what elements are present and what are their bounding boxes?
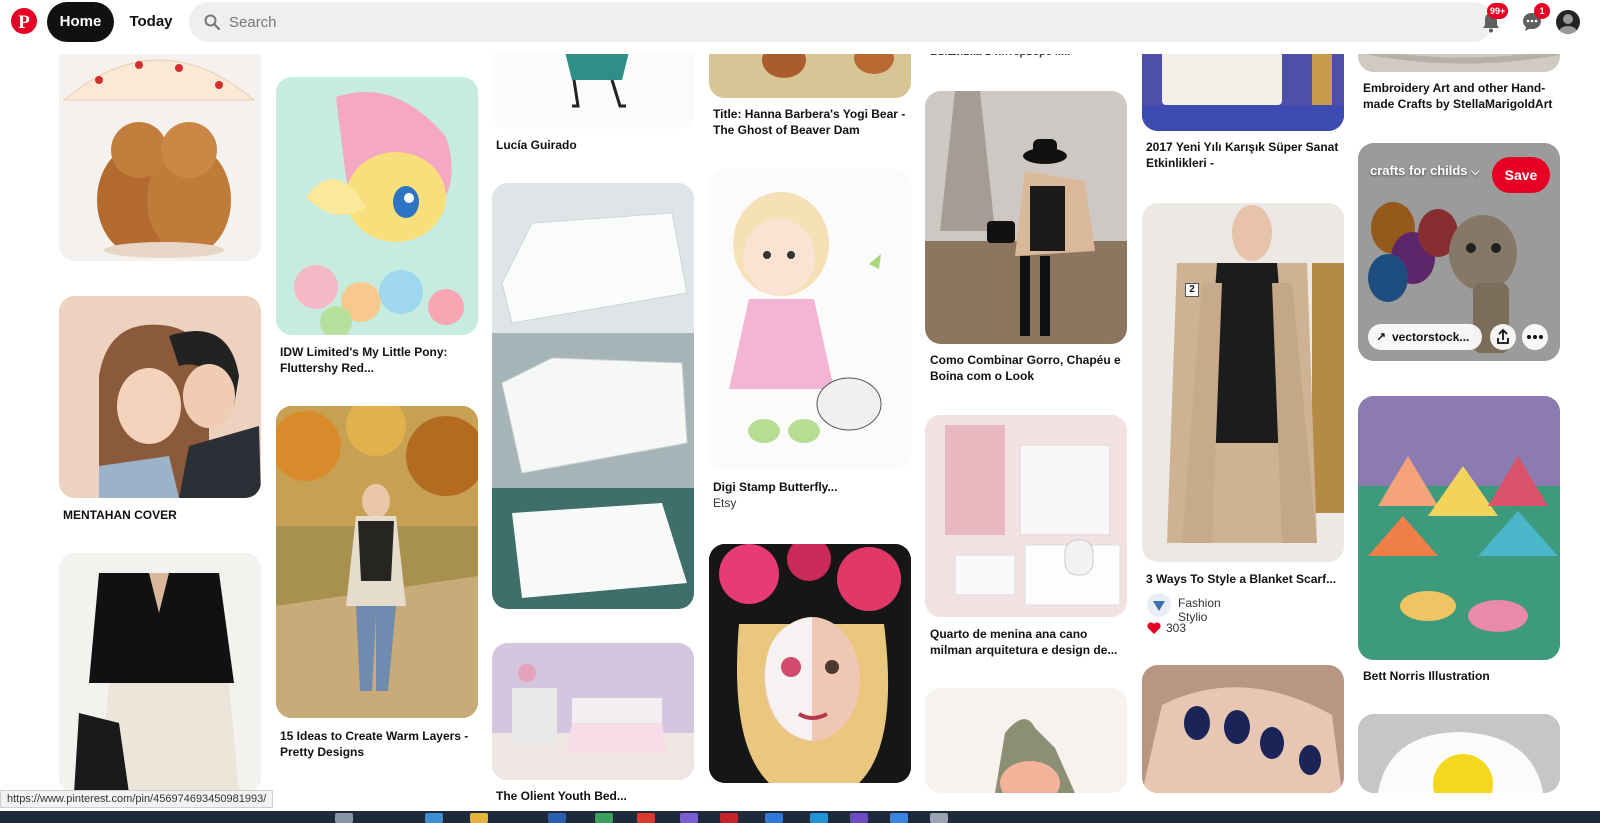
- share-button[interactable]: [1490, 324, 1516, 350]
- heart-icon: [1147, 621, 1161, 639]
- taskbar-app-icon[interactable]: [680, 813, 698, 823]
- taskbar-app-icon[interactable]: [425, 813, 443, 823]
- pin-source: Etsy: [713, 496, 737, 510]
- taskbar-app-icon[interactable]: [765, 813, 783, 823]
- pin-title: Lucía Guirado: [496, 138, 577, 152]
- pin-image[interactable]: [709, 544, 911, 783]
- pin-image[interactable]: [492, 183, 694, 609]
- link-preview-status-bar: https://www.pinterest.com/pin/4569746934…: [0, 790, 274, 808]
- source-link-button[interactable]: ↗ vectorstock...: [1368, 324, 1482, 350]
- reaction-count: 303: [1166, 621, 1187, 635]
- save-button[interactable]: Save: [1492, 157, 1550, 193]
- pin-title: Como Combinar Gorro, Chapéu e Boina com …: [930, 353, 1121, 383]
- os-taskbar: [0, 811, 1600, 823]
- notifications-badge: 99+: [1487, 3, 1509, 19]
- pin-image[interactable]: [492, 643, 694, 780]
- taskbar-app-icon[interactable]: [637, 813, 655, 823]
- taskbar-app-icon[interactable]: [850, 813, 868, 823]
- creator-name[interactable]: Fashion Stylio: [1178, 596, 1221, 624]
- taskbar-app-icon[interactable]: [335, 813, 353, 823]
- nav-today-button[interactable]: Today: [118, 2, 184, 42]
- taskbar-app-icon[interactable]: [720, 813, 738, 823]
- pin-image[interactable]: [59, 40, 261, 261]
- messages-button[interactable]: 1: [1520, 3, 1550, 34]
- taskbar-app-icon[interactable]: [470, 813, 488, 823]
- pin-title: 3 Ways To Style a Blanket Scarf...: [1146, 572, 1337, 586]
- pin-image[interactable]: [59, 296, 261, 498]
- pin-image[interactable]: [709, 169, 911, 470]
- chevron-down-icon: ⌵: [1471, 166, 1480, 178]
- board-name: crafts for childs: [1370, 163, 1468, 178]
- pin-image[interactable]: [925, 415, 1127, 617]
- messages-badge: 1: [1534, 3, 1550, 19]
- more-options-button[interactable]: [1522, 324, 1548, 350]
- search-input[interactable]: [229, 2, 1469, 42]
- board-selector[interactable]: crafts for childs ⌵: [1370, 163, 1480, 179]
- pin-title: Title: Hanna Barbera's Yogi Bear - The G…: [713, 107, 906, 137]
- top-navigation-bar: P Home Today 99+ 1: [0, 0, 1600, 54]
- taskbar-app-icon[interactable]: [930, 813, 948, 823]
- pin-title: 2017 Yeni Yılı Karışık Süper Sanat Etkin…: [1146, 140, 1339, 170]
- pin-grid: MENTAHAN COVER IDW Limited's My Little P…: [0, 0, 1600, 823]
- pinterest-logo-icon[interactable]: P: [11, 8, 37, 34]
- pin-title: The Olient Youth Bed...: [496, 789, 627, 803]
- pin-title: 15 Ideas to Create Warm Layers - Pretty …: [280, 729, 469, 759]
- taskbar-app-icon[interactable]: [548, 813, 566, 823]
- search-bar[interactable]: [189, 2, 1493, 42]
- notifications-button[interactable]: 99+: [1479, 3, 1509, 34]
- svg-text:P: P: [18, 12, 30, 33]
- profile-avatar[interactable]: [1556, 10, 1580, 34]
- share-icon: [1497, 328, 1509, 344]
- taskbar-app-icon[interactable]: [595, 813, 613, 823]
- search-icon: [204, 14, 220, 30]
- pin-image[interactable]: [1358, 396, 1560, 660]
- pin-image[interactable]: [925, 688, 1127, 793]
- pin-title: IDW Limited's My Little Pony: Fluttershy…: [280, 345, 448, 375]
- pin-image[interactable]: [276, 77, 478, 335]
- taskbar-app-icon[interactable]: [890, 813, 908, 823]
- pin-title: MENTAHAN COVER: [63, 508, 177, 522]
- pin-image[interactable]: [276, 406, 478, 718]
- pin-image[interactable]: [59, 553, 261, 793]
- pin-image[interactable]: crafts for childs ⌵ Save ↗ vectorstock..…: [1358, 143, 1560, 361]
- pin-image[interactable]: 2: [1142, 203, 1344, 562]
- creator-avatar[interactable]: [1147, 593, 1171, 617]
- pin-image[interactable]: [1358, 714, 1560, 793]
- nav-home-button[interactable]: Home: [47, 2, 114, 42]
- pin-image[interactable]: [1142, 665, 1344, 793]
- pin-title: Quarto de menina ana cano milman arquite…: [930, 627, 1118, 657]
- video-step-label: 2: [1185, 283, 1199, 297]
- source-link-label: vectorstock...: [1392, 330, 1470, 344]
- pin-image[interactable]: [925, 91, 1127, 344]
- ellipsis-icon: [1527, 335, 1543, 339]
- taskbar-app-icon[interactable]: [810, 813, 828, 823]
- arrow-up-right-icon: ↗: [1376, 330, 1387, 344]
- pin-title: Embroidery Art and other Hand-made Craft…: [1363, 81, 1553, 111]
- pin-title: Bett Norris Illustration: [1363, 669, 1490, 683]
- pin-title: Digi Stamp Butterfly...: [713, 480, 838, 494]
